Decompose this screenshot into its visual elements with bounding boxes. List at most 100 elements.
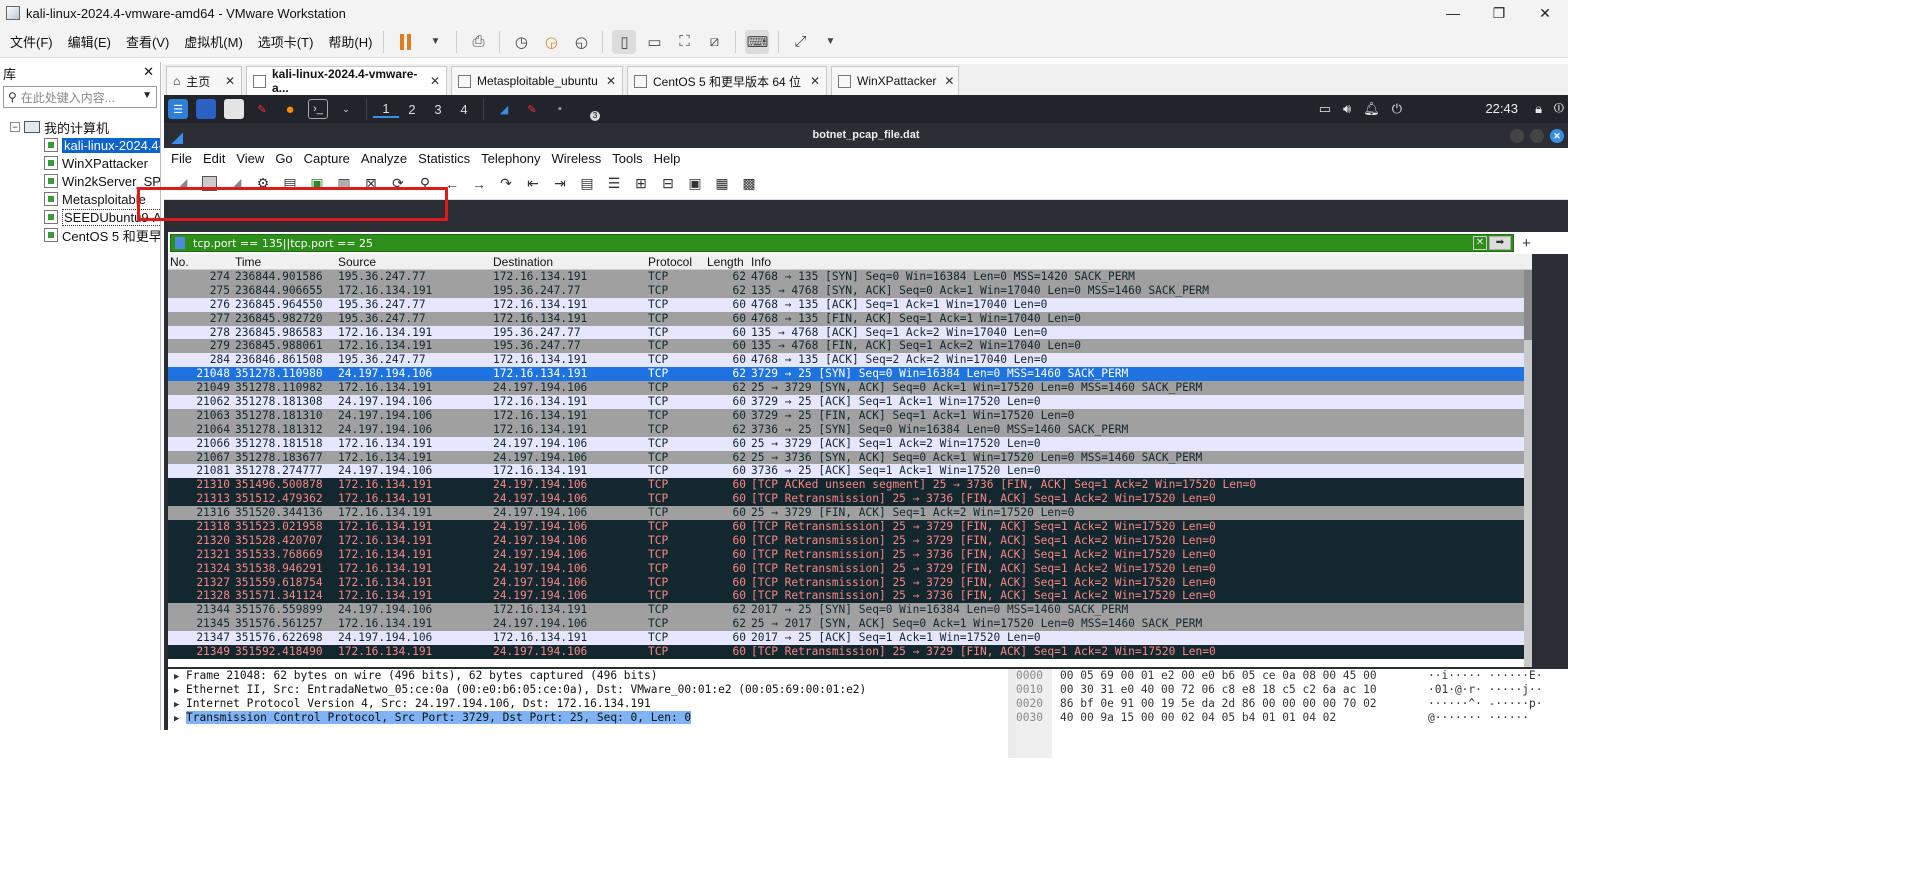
- menu-file[interactable]: 文件(F): [5, 32, 58, 51]
- zoom-out-icon[interactable]: ⊟: [658, 174, 678, 194]
- workspace-1[interactable]: 1: [373, 101, 399, 118]
- packet-row[interactable]: 284 236846.861508 195.36.247.77 172.16.134.…: [168, 353, 1532, 368]
- packet-list-scrollbar[interactable]: [1524, 270, 1532, 667]
- packet-row[interactable]: 21347 351576.622698 24.197.194.106 172.16.1…: [168, 631, 1532, 646]
- tab-centos[interactable]: CentOS 5 和更早版本 64 位 ✕: [627, 66, 827, 95]
- guest-screen[interactable]: ☰ ✎ ● ›_ ⌄ 1 2 3 4 ◢ ✎ ▪ 3 ▭ 🔊︎ 🔔︎ ⏻ 22:…: [164, 95, 1568, 758]
- thumbnail-bar-icon[interactable]: ▭: [642, 30, 666, 54]
- tab-kali[interactable]: kali-linux-2024.4-vmware-a... ✕: [246, 66, 447, 95]
- ws-menu-edit[interactable]: Edit: [199, 151, 229, 166]
- pause-vm-button[interactable]: [393, 30, 417, 54]
- menu-help[interactable]: 帮助(H): [323, 32, 377, 51]
- expand-arrow-icon[interactable]: ▶: [174, 712, 186, 726]
- ws-maximize-button[interactable]: [1530, 129, 1544, 143]
- packet-row[interactable]: 277 236845.982720 195.36.247.77 172.16.134.…: [168, 311, 1532, 326]
- show-desktop-icon[interactable]: [196, 99, 216, 119]
- tab-close-icon[interactable]: ✕: [936, 74, 954, 88]
- ws-menu-tools[interactable]: Tools: [608, 151, 646, 166]
- packet-row[interactable]: 21328 351571.341124 172.16.134.191 24.197.1…: [168, 589, 1532, 604]
- detail-row-frame[interactable]: ▶ Frame 21048: 62 bytes on wire (496 bits…: [168, 669, 1008, 683]
- ws-menu-statistics[interactable]: Statistics: [414, 151, 474, 166]
- packet-row[interactable]: 275 236844.906655 172.16.134.191 195.36.247…: [168, 283, 1532, 298]
- auto-scroll-icon[interactable]: ▤: [577, 174, 597, 194]
- revert-snapshot-icon[interactable]: ◶: [539, 30, 563, 54]
- ws-close-button[interactable]: ✕: [1550, 129, 1564, 143]
- menu-view[interactable]: 查看(V): [121, 32, 174, 51]
- packet-row[interactable]: 274 236844.901586 195.36.247.77 172.16.134.…: [168, 270, 1532, 284]
- workspace-2[interactable]: 2: [399, 102, 425, 117]
- terminal-task-icon[interactable]: ▪: [550, 99, 570, 119]
- firefox-icon[interactable]: ●: [280, 99, 300, 119]
- find-packet-icon[interactable]: ⚲: [415, 174, 435, 194]
- ws-menu-analyze[interactable]: Analyze: [357, 151, 411, 166]
- ws-menu-go[interactable]: Go: [271, 151, 296, 166]
- tab-metasploitable-ubuntu[interactable]: Metasploitable_ubuntu ✕: [451, 66, 623, 95]
- column-header-source[interactable]: Source: [338, 255, 376, 269]
- packet-row[interactable]: 278 236845.986583 172.16.134.191 195.36.247…: [168, 325, 1532, 340]
- restart-capture-icon[interactable]: ◢: [226, 174, 246, 194]
- file-manager-icon[interactable]: [224, 99, 244, 119]
- power-icon[interactable]: ⏻: [1392, 101, 1402, 117]
- workspace-3[interactable]: 3: [425, 102, 451, 117]
- panel-clock[interactable]: 22:43: [1485, 101, 1518, 116]
- tab-close-icon[interactable]: ✕: [422, 74, 440, 88]
- packet-row[interactable]: 21318 351523.021958 172.16.134.191 24.197.1…: [168, 520, 1532, 534]
- column-header-no[interactable]: No.: [170, 255, 189, 269]
- unity-icon[interactable]: ⧄: [702, 30, 726, 54]
- tree-item-metasploitable[interactable]: Metasploitable: [0, 190, 160, 208]
- packet-row[interactable]: 21048 351278.110980 24.197.194.106 172.16.1…: [168, 367, 1532, 382]
- hex-row[interactable]: 0000 00 05 69 00 01 e2 00 e0 b6 05 ce 0a…: [1016, 669, 1568, 683]
- ws-menu-wireless[interactable]: Wireless: [547, 151, 605, 166]
- menu-edit[interactable]: 编辑(E): [63, 32, 116, 51]
- send-ctrl-alt-del-icon[interactable]: ⎙: [466, 30, 490, 54]
- tree-item-win2kserver[interactable]: Win2kServer_SP4: [0, 172, 160, 190]
- packet-row[interactable]: 21316 351520.344136 172.16.134.191 24.197.1…: [168, 506, 1532, 521]
- packet-row[interactable]: 21049 351278.110982 172.16.134.191 24.197.1…: [168, 381, 1532, 396]
- console-view-icon[interactable]: ⌨: [745, 29, 770, 54]
- terminal-icon[interactable]: ›_: [308, 99, 328, 119]
- reload-file-icon[interactable]: ⟳: [388, 174, 408, 194]
- packet-row[interactable]: 21321 351533.768669 172.16.134.191 24.197.1…: [168, 547, 1532, 562]
- detail-row-ipv4[interactable]: ▶ Internet Protocol Version 4, Src: 24.19…: [168, 697, 1008, 711]
- clear-filter-icon[interactable]: ✕: [1473, 236, 1487, 250]
- workspace-4[interactable]: 4: [451, 102, 477, 117]
- show-library-icon[interactable]: ▯: [612, 29, 637, 54]
- scrollbar-thumb[interactable]: [1524, 270, 1532, 340]
- tree-item-seedubuntu[interactable]: SEEDUbuntu9-A: [0, 208, 160, 226]
- column-header-info[interactable]: Info: [751, 255, 771, 269]
- colorize-icon[interactable]: ☰: [604, 174, 624, 194]
- snapshot-manager-icon[interactable]: ◵: [569, 30, 593, 54]
- tab-close-icon[interactable]: ✕: [598, 74, 616, 88]
- collapse-icon[interactable]: −: [10, 122, 20, 132]
- packet-row[interactable]: 21063 351278.181310 24.197.194.106 172.16.1…: [168, 408, 1532, 423]
- expand-arrow-icon[interactable]: ▶: [174, 698, 186, 712]
- minimize-button[interactable]: —: [1430, 0, 1476, 26]
- search-dropdown-icon[interactable]: ▼: [142, 90, 152, 101]
- close-button[interactable]: ✕: [1522, 0, 1568, 26]
- packet-row[interactable]: 21064 351278.181312 24.197.194.106 172.16.1…: [168, 422, 1532, 437]
- library-search-input[interactable]: ⚲ 在此处键入内容... ▼: [3, 86, 157, 108]
- capture-options-icon[interactable]: ⚙: [253, 174, 273, 194]
- tree-item-centos[interactable]: CentOS 5 和更早版本 64 位: [0, 226, 160, 244]
- packet-row[interactable]: 21313 351512.479362 172.16.134.191 24.197.1…: [168, 492, 1532, 507]
- zoom-in-icon[interactable]: ⊞: [631, 174, 651, 194]
- panel-dropdown-icon[interactable]: ⌄: [336, 99, 356, 119]
- lock-icon[interactable]: 🔒︎: [1535, 101, 1542, 117]
- stretch-dropdown-icon[interactable]: ▼: [818, 30, 842, 54]
- tab-home[interactable]: ⌂ 主页 ✕: [166, 66, 242, 95]
- menu-tabs[interactable]: 选项卡(T): [253, 32, 319, 51]
- column-header-time[interactable]: Time: [235, 255, 261, 269]
- start-capture-icon[interactable]: ◢: [172, 174, 192, 194]
- tree-item-winxpattacker[interactable]: WinXPattacker: [0, 154, 160, 172]
- hex-row[interactable]: 0030 40 00 9a 15 00 00 02 04 05 b4 01 01…: [1016, 711, 1568, 725]
- packet-row[interactable]: 21349 351592.418490 172.16.134.191 24.197.1…: [168, 645, 1532, 659]
- column-header-protocol[interactable]: Protocol: [648, 255, 692, 269]
- tree-root-my-computer[interactable]: − 我的计算机: [0, 118, 160, 136]
- full-screen-icon[interactable]: ⛶: [672, 30, 696, 54]
- apply-filter-icon[interactable]: ➡: [1489, 236, 1511, 250]
- hex-row[interactable]: 0010 00 30 31 e0 40 00 72 06 c8 e8 18 c5…: [1016, 683, 1568, 697]
- ws-menu-capture[interactable]: Capture: [300, 151, 354, 166]
- wireshark-task-icon[interactable]: ◢: [494, 99, 514, 119]
- ws-menu-telephony[interactable]: Telephony: [477, 151, 544, 166]
- notification-bell-icon[interactable]: 🔔︎: [1363, 101, 1380, 117]
